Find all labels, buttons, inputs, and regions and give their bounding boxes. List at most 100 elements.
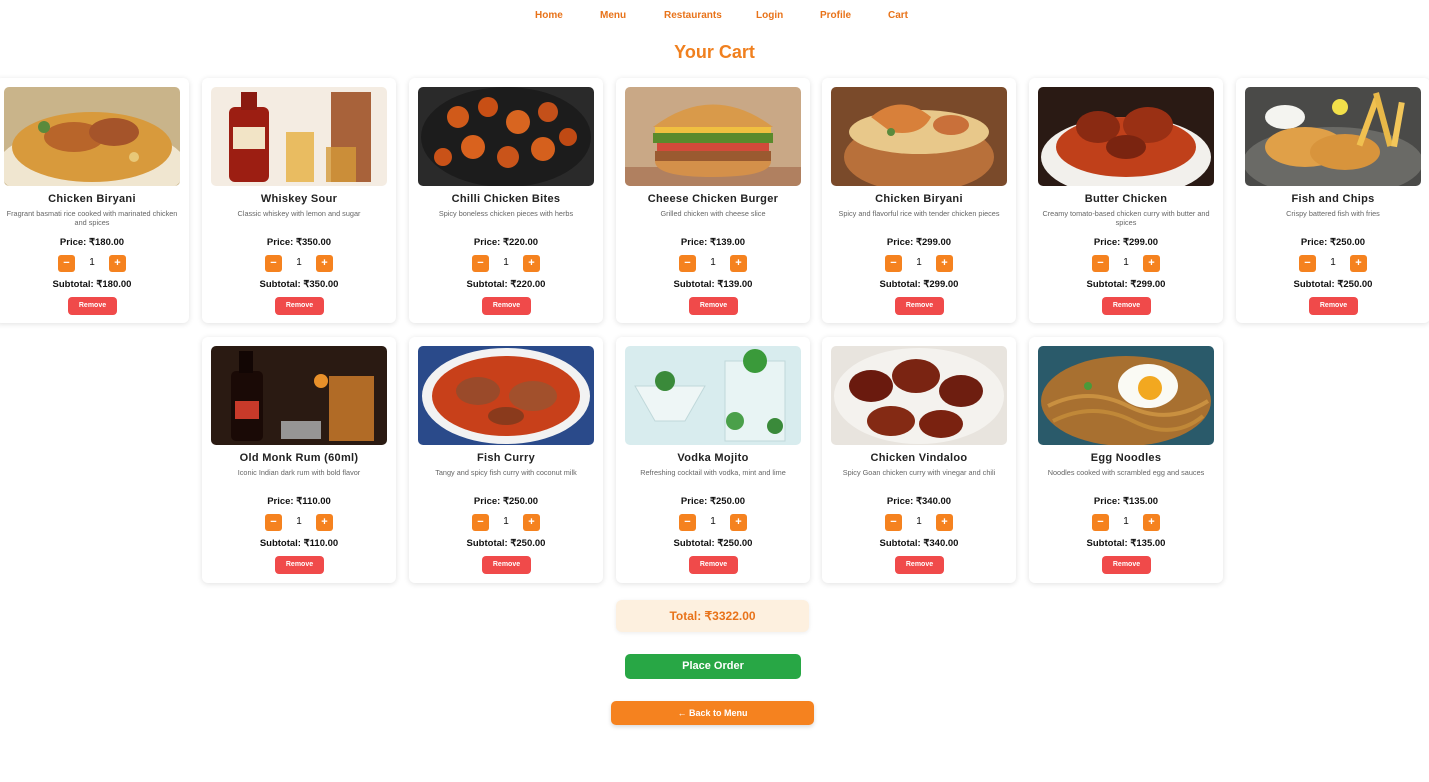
remove-button[interactable]: Remove [689, 556, 738, 574]
quantity-stepper: − 1 + [885, 514, 953, 531]
remove-button[interactable]: Remove [275, 556, 324, 574]
item-name: Old Monk Rum (60ml) [239, 452, 359, 464]
cart-item-card: Chilli Chicken Bites Spicy boneless chic… [409, 78, 603, 323]
cart-item-card: Old Monk Rum (60ml) Iconic Indian dark r… [202, 337, 396, 583]
remove-button[interactable]: Remove [1309, 297, 1358, 315]
cart-item-card: Butter Chicken Creamy tomato-based chick… [1029, 78, 1223, 323]
item-subtotal: Subtotal: ₹250.00 [673, 538, 753, 549]
increase-quantity-button[interactable]: + [316, 255, 333, 272]
item-name: Chicken Vindaloo [870, 452, 968, 464]
quantity-value: 1 [1123, 516, 1129, 527]
cart-item-card: Whiskey Sour Classic whiskey with lemon … [202, 78, 396, 323]
item-subtotal: Subtotal: ₹110.00 [259, 538, 339, 549]
item-subtotal: Subtotal: ₹299.00 [1086, 279, 1166, 290]
place-order-button[interactable]: Place Order [625, 654, 801, 679]
decrease-quantity-button[interactable]: − [679, 514, 696, 531]
item-name: Chilli Chicken Bites [451, 193, 561, 205]
food-image-fish-and-chips [1245, 87, 1421, 186]
decrease-quantity-button[interactable]: − [1092, 255, 1109, 272]
cart-item-card: Fish Curry Tangy and spicy fish curry wi… [409, 337, 603, 583]
item-name: Chicken Biryani [875, 193, 963, 205]
item-name: Chicken Biryani [48, 193, 136, 205]
food-image-chilli-chicken-bites [418, 87, 594, 186]
increase-quantity-button[interactable]: + [1143, 514, 1160, 531]
cart-item-card: Fish and Chips Crispy battered fish with… [1236, 78, 1429, 323]
nav-menu-link[interactable]: Menu [600, 10, 626, 21]
item-description: Spicy Goan chicken curry with vinegar an… [842, 468, 996, 477]
increase-quantity-button[interactable]: + [936, 255, 953, 272]
increase-quantity-button[interactable]: + [523, 255, 540, 272]
item-name: Fish Curry [476, 452, 535, 464]
increase-quantity-button[interactable]: + [523, 514, 540, 531]
remove-button[interactable]: Remove [68, 297, 117, 315]
remove-button[interactable]: Remove [895, 297, 944, 315]
quantity-value: 1 [503, 516, 509, 527]
item-description: Crispy battered fish with fries [1286, 209, 1380, 218]
remove-button[interactable]: Remove [895, 556, 944, 574]
item-name: Egg Noodles [1090, 452, 1162, 464]
item-description: Fragrant basmati rice cooked with marina… [6, 209, 178, 227]
item-subtotal: Subtotal: ₹139.00 [673, 279, 753, 290]
decrease-quantity-button[interactable]: − [885, 514, 902, 531]
quantity-stepper: − 1 + [58, 255, 126, 272]
item-subtotal: Subtotal: ₹220.00 [466, 279, 546, 290]
decrease-quantity-button[interactable]: − [885, 255, 902, 272]
remove-button[interactable]: Remove [482, 556, 531, 574]
increase-quantity-button[interactable]: + [1350, 255, 1367, 272]
decrease-quantity-button[interactable]: − [1092, 514, 1109, 531]
increase-quantity-button[interactable]: + [730, 255, 747, 272]
food-image-old-monk-rum [211, 346, 387, 445]
quantity-value: 1 [296, 516, 302, 527]
nav-profile-link[interactable]: Profile [820, 10, 851, 21]
item-subtotal: Subtotal: ₹340.00 [879, 538, 959, 549]
item-price: Price: ₹250.00 [680, 496, 746, 507]
remove-button[interactable]: Remove [1102, 556, 1151, 574]
food-image-chicken-biryani [4, 87, 180, 186]
food-image-chicken-biryani [831, 87, 1007, 186]
decrease-quantity-button[interactable]: − [1299, 255, 1316, 272]
item-name: Whiskey Sour [260, 193, 338, 205]
quantity-stepper: − 1 + [1299, 255, 1367, 272]
back-to-menu-button[interactable]: ← Back to Menu [611, 701, 814, 725]
increase-quantity-button[interactable]: + [730, 514, 747, 531]
decrease-quantity-button[interactable]: − [472, 255, 489, 272]
decrease-quantity-button[interactable]: − [58, 255, 75, 272]
decrease-quantity-button[interactable]: − [472, 514, 489, 531]
increase-quantity-button[interactable]: + [109, 255, 126, 272]
nav-cart-link[interactable]: Cart [888, 10, 908, 21]
quantity-value: 1 [296, 257, 302, 268]
quantity-value: 1 [89, 257, 95, 268]
item-description: Spicy boneless chicken pieces with herbs [438, 209, 574, 218]
quantity-stepper: − 1 + [472, 514, 540, 531]
item-subtotal: Subtotal: ₹135.00 [1086, 538, 1166, 549]
item-subtotal: Subtotal: ₹350.00 [259, 279, 339, 290]
item-price: Price: ₹250.00 [1300, 237, 1366, 248]
remove-button[interactable]: Remove [1102, 297, 1151, 315]
item-price: Price: ₹135.00 [1093, 496, 1159, 507]
item-name: Butter Chicken [1084, 193, 1168, 205]
cart-item-card: Chicken Vindaloo Spicy Goan chicken curr… [822, 337, 1016, 583]
quantity-stepper: − 1 + [679, 255, 747, 272]
item-subtotal: Subtotal: ₹299.00 [879, 279, 959, 290]
item-description: Tangy and spicy fish curry with coconut … [435, 468, 577, 477]
item-subtotal: Subtotal: ₹180.00 [52, 279, 132, 290]
item-description: Refreshing cocktail with vodka, mint and… [640, 468, 786, 477]
quantity-value: 1 [503, 257, 509, 268]
item-name: Fish and Chips [1291, 193, 1375, 205]
remove-button[interactable]: Remove [275, 297, 324, 315]
decrease-quantity-button[interactable]: − [679, 255, 696, 272]
increase-quantity-button[interactable]: + [316, 514, 333, 531]
nav-home-link[interactable]: Home [535, 10, 563, 21]
increase-quantity-button[interactable]: + [936, 514, 953, 531]
remove-button[interactable]: Remove [482, 297, 531, 315]
quantity-stepper: − 1 + [1092, 255, 1160, 272]
decrease-quantity-button[interactable]: − [265, 255, 282, 272]
item-price: Price: ₹299.00 [1093, 237, 1159, 248]
nav-restaurants-link[interactable]: Restaurants [664, 10, 722, 21]
decrease-quantity-button[interactable]: − [265, 514, 282, 531]
item-description: Spicy and flavorful rice with tender chi… [838, 209, 1000, 218]
increase-quantity-button[interactable]: + [1143, 255, 1160, 272]
nav-login-link[interactable]: Login [756, 10, 783, 21]
item-subtotal: Subtotal: ₹250.00 [1293, 279, 1373, 290]
remove-button[interactable]: Remove [689, 297, 738, 315]
